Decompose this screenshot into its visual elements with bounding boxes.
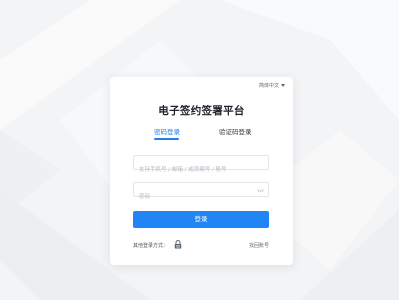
tab-code-login[interactable]: 验证码登录 <box>219 126 252 136</box>
password-input[interactable] <box>134 190 259 204</box>
language-label: 简体中文 <box>258 83 279 89</box>
account-field <box>133 155 269 177</box>
eye-closed-icon[interactable] <box>257 187 264 193</box>
language-switch[interactable]: 简体中文 <box>259 82 285 89</box>
forgot-account-link[interactable]: 找回账号 <box>249 242 269 249</box>
password-field <box>133 182 269 204</box>
account-input[interactable] <box>134 163 259 177</box>
login-card: 简体中文 电子签约签署平台 密码登录 验证码登录 登录 其他登录方式： 找回账号 <box>110 77 293 265</box>
caret-down-icon <box>281 84 285 87</box>
lock-icon[interactable] <box>174 240 182 249</box>
page-title: 电子签约签署平台 <box>158 105 245 117</box>
login-button[interactable]: 登录 <box>133 211 269 228</box>
active-tab-indicator <box>154 138 179 140</box>
other-login-label: 其他登录方式： <box>133 243 169 249</box>
tab-password-login[interactable]: 密码登录 <box>154 126 180 136</box>
